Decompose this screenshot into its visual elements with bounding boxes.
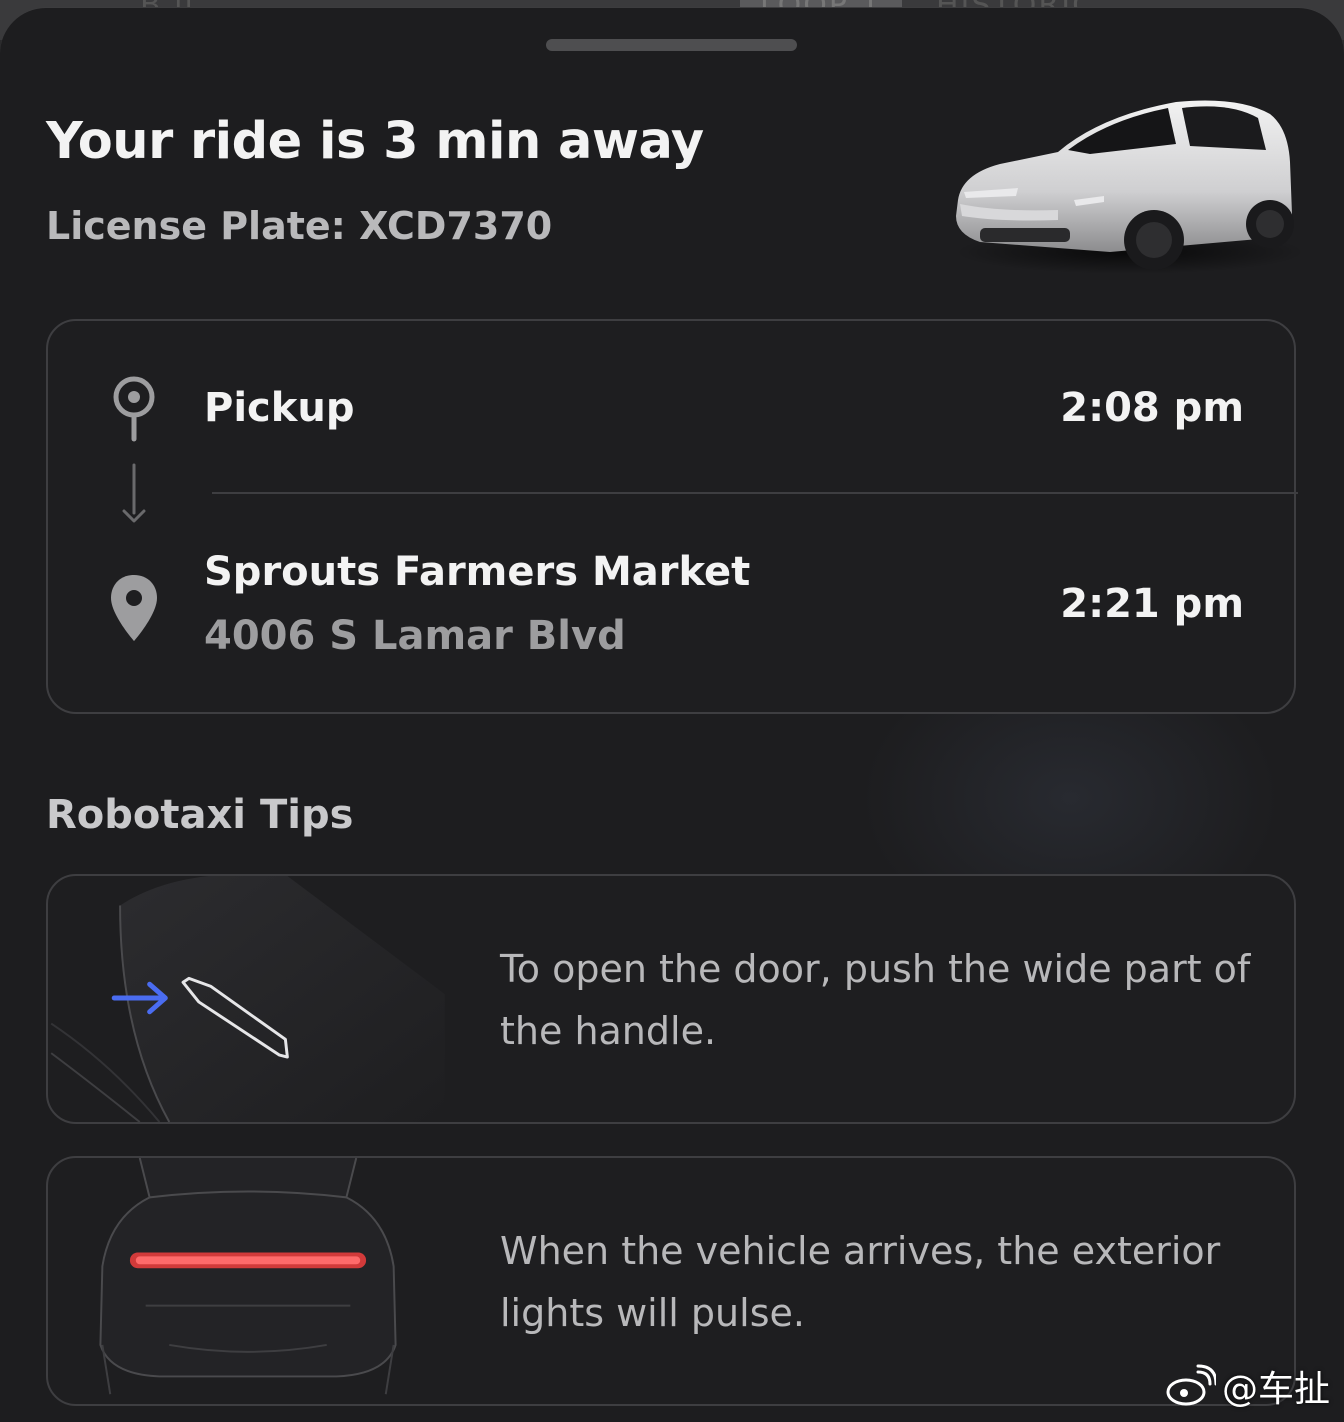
destination-address: 4006 S Lamar Blvd [204,613,626,659]
weibo-icon [1166,1364,1216,1406]
destination-name: Sprouts Farmers Market [204,549,751,595]
tips-heading: Robotaxi Tips [46,792,354,838]
tip-card-door[interactable]: To open the door, push the wide part of … [46,874,1296,1124]
license-plate-text: License Plate: XCD7370 [46,204,553,248]
watermark: @车扯 [1164,1360,1330,1412]
destination-eta: 2:21 pm [1060,581,1244,627]
tip-text-lights: When the vehicle arrives, the exterior l… [500,1229,1221,1335]
pickup-label: Pickup [204,385,355,431]
pickup-pin-icon [113,376,155,442]
route-arrow-icon [122,463,146,523]
ride-eta-title: Your ride is 3 min away [46,112,704,171]
door-handle-illustration [50,876,445,1122]
ride-status-sheet: Your ride is 3 min away License Plate: X… [0,8,1344,1422]
trip-details-card: Pickup 2:08 pm Sprouts Farmers Market 40… [46,319,1298,714]
trip-divider [212,492,1298,494]
vehicle-image [955,100,1305,274]
rear-lights-illustration [99,1158,397,1395]
sheet-drag-handle[interactable] [546,39,797,51]
tip-card-lights[interactable]: When the vehicle arrives, the exterior l… [46,1156,1296,1406]
pickup-time: 2:08 pm [1060,385,1244,431]
destination-marker-icon [111,575,157,641]
watermark-text: @车扯 [1221,1369,1330,1410]
tip-text-door: To open the door, push the wide part of … [500,947,1251,1053]
